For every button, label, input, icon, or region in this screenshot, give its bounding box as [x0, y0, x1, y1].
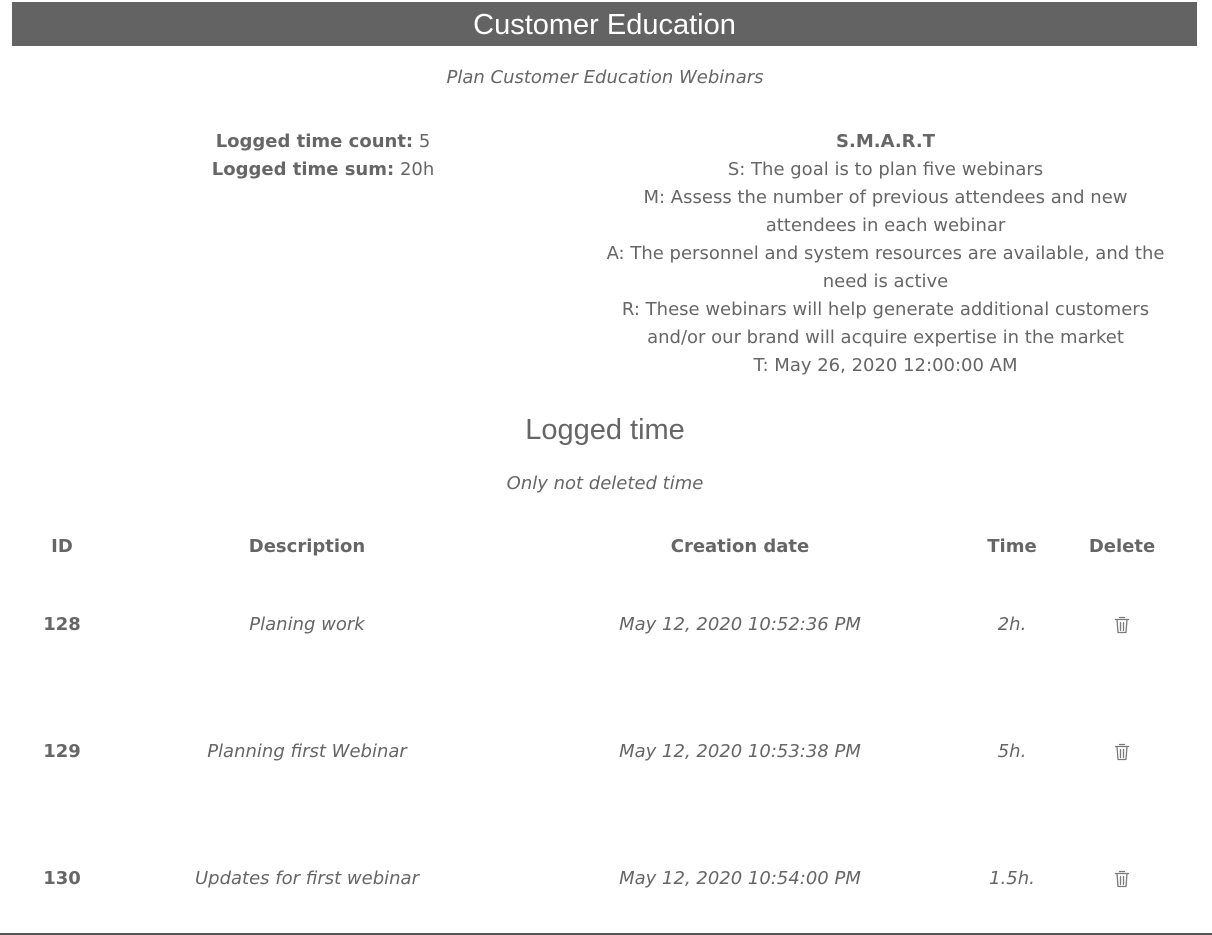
trash-icon — [1114, 743, 1130, 761]
trash-icon — [1114, 870, 1130, 888]
page-title: Customer Education — [12, 2, 1197, 46]
column-header-time: Time — [987, 536, 1037, 557]
row-time: 2h. — [997, 614, 1027, 635]
column-header-delete: Delete — [1088, 536, 1156, 557]
smart-title: S.M.A.R.T — [836, 131, 935, 152]
row-id: 128 — [43, 614, 81, 635]
logged-time-sum-label: Logged time sum: — [211, 159, 395, 180]
smart-specific: S: The goal is to plan five webinars — [727, 159, 1044, 180]
delete-button[interactable] — [1114, 870, 1130, 888]
delete-button[interactable] — [1114, 616, 1130, 634]
smart-goal-panel: S.M.A.R.T S: The goal is to plan five we… — [600, 128, 1171, 380]
smart-measurable: M: Assess the number of previous attende… — [643, 187, 1128, 236]
smart-achievable: A: The personnel and system resources ar… — [606, 243, 1165, 292]
page: Customer Education Plan Customer Educati… — [0, 0, 1212, 935]
row-delete-cell — [1068, 739, 1176, 765]
row-time: 1.5h. — [989, 868, 1035, 889]
logged-time-count-value: 5 — [418, 131, 431, 152]
table-row: 128 Planing work May 12, 2020 10:52:36 P… — [0, 612, 1212, 638]
row-description: Planing work — [249, 614, 365, 635]
column-header-id: ID — [51, 536, 73, 557]
table-header: ID Description Creation date Time Delete — [0, 534, 1212, 560]
row-id: 129 — [43, 741, 81, 762]
row-creation-date: May 12, 2020 10:54:00 PM — [619, 868, 861, 889]
page-subtitle: Plan Customer Education Webinars — [446, 67, 764, 88]
delete-button[interactable] — [1114, 743, 1130, 761]
logged-time-sum: Logged time sum: 20h — [123, 156, 523, 184]
row-creation-date: May 12, 2020 10:53:38 PM — [619, 741, 861, 762]
row-delete-cell — [1068, 612, 1176, 638]
row-delete-cell — [1068, 866, 1176, 892]
row-description: Planning first Webinar — [207, 741, 407, 762]
column-header-creation-date: Creation date — [670, 536, 810, 557]
logged-time-count-label: Logged time count: — [215, 131, 414, 152]
logged-time-count: Logged time count: 5 — [123, 128, 523, 156]
row-description: Updates for first webinar — [194, 868, 419, 889]
logged-time-sum-value: 20h — [399, 159, 435, 180]
logged-time-title: Logged time — [525, 414, 685, 446]
row-time: 5h. — [997, 741, 1027, 762]
table-row: 130 Updates for first webinar May 12, 20… — [0, 866, 1212, 892]
row-creation-date: May 12, 2020 10:52:36 PM — [619, 614, 861, 635]
smart-relevant: R: These webinars will help generate add… — [621, 299, 1150, 348]
table-row: 129 Planning first Webinar May 12, 2020 … — [0, 739, 1212, 765]
logged-time-stats: Logged time count: 5 Logged time sum: 20… — [123, 128, 523, 184]
smart-time-bound: T: May 26, 2020 12:00:00 AM — [753, 355, 1018, 376]
column-header-description: Description — [248, 536, 366, 557]
logged-time-note: Only not deleted time — [506, 473, 704, 494]
row-id: 130 — [43, 868, 81, 889]
trash-icon — [1114, 616, 1130, 634]
